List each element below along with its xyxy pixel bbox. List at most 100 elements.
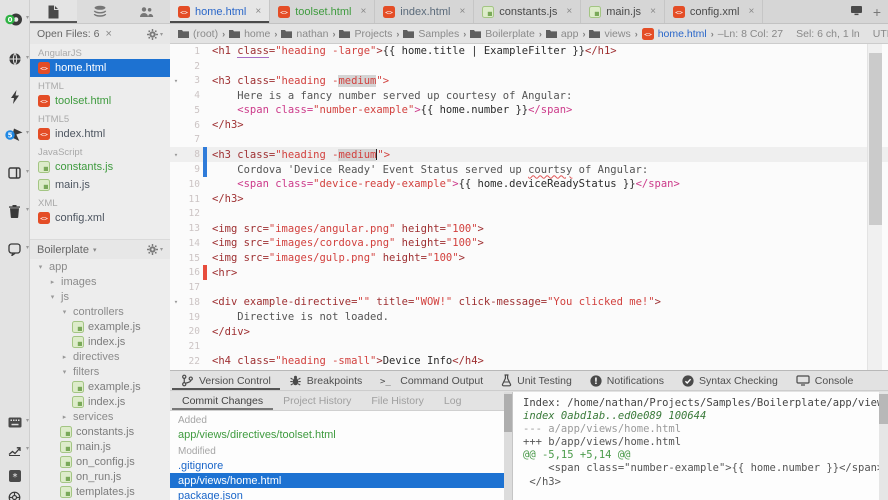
tree-item-directives[interactable]: ▸ directives <box>30 349 170 364</box>
code-editor[interactable]: 1 <h1 class="heading -large">{{ home.titl… <box>170 44 888 370</box>
line-number[interactable]: 5 <box>182 105 200 116</box>
line-number[interactable]: 8 <box>182 149 200 160</box>
line-number[interactable]: 14 <box>182 238 200 249</box>
rail-chat-button[interactable]: ▾ <box>0 236 29 262</box>
subtab-project-history[interactable]: Project History <box>273 392 361 410</box>
rail-run-button[interactable]: 0 ▾ <box>0 6 29 32</box>
panel-tab-syntax-checking[interactable]: Syntax Checking <box>673 371 787 390</box>
rail-globe-button[interactable]: ▾ <box>0 46 29 72</box>
open-file-item[interactable]: <> index.html <box>30 125 170 143</box>
breadcrumb-folder[interactable]: home <box>229 28 270 40</box>
breadcrumb-folder[interactable]: (root) <box>178 28 218 40</box>
panel-tab-version-control[interactable]: Version Control <box>172 371 280 390</box>
line-number[interactable]: 19 <box>182 312 200 323</box>
tree-item-index.js[interactable]: index.js <box>30 394 170 409</box>
sidebar-tab-collaborate[interactable] <box>123 0 170 23</box>
code-line-9[interactable]: 9 Cordova 'Device Ready' Event Status se… <box>170 162 888 177</box>
line-number[interactable]: 17 <box>182 282 200 293</box>
close-icon[interactable]: × <box>748 6 754 17</box>
line-number[interactable]: 16 <box>182 267 200 278</box>
line-number[interactable]: 13 <box>182 223 200 234</box>
line-number[interactable]: 10 <box>182 179 200 190</box>
close-icon[interactable]: × <box>255 6 261 17</box>
code-line-13[interactable]: 13 <img src="images/angular.png" height="… <box>170 221 888 236</box>
panel-tab-command-output[interactable]: >_ Command Output <box>371 371 492 390</box>
line-number[interactable]: 15 <box>182 253 200 264</box>
tab-index.html[interactable]: <> index.html × <box>375 0 475 23</box>
tree-item-js[interactable]: ▾ js <box>30 289 170 304</box>
subtab-log[interactable]: Log <box>434 392 472 410</box>
open-file-item[interactable]: main.js <box>30 176 170 194</box>
code-line-22[interactable]: 22 <h4 class="heading -small">Device Info… <box>170 354 888 369</box>
panel-tab-breakpoints[interactable]: Breakpoints <box>280 371 371 390</box>
tree-item-controllers[interactable]: ▾ controllers <box>30 304 170 319</box>
tree-item-example.js[interactable]: example.js <box>30 379 170 394</box>
tree-item-main.js[interactable]: main.js <box>30 439 170 454</box>
breadcrumb-folder[interactable]: app <box>545 28 578 40</box>
open-file-item[interactable]: <> toolset.html <box>30 92 170 110</box>
subtab-file-history[interactable]: File History <box>361 392 434 410</box>
tree-item-on_config.js[interactable]: on_config.js <box>30 454 170 469</box>
panel-tab-notifications[interactable]: ! Notifications <box>581 371 673 390</box>
line-number[interactable]: 21 <box>182 341 200 352</box>
scrollbar-thumb[interactable] <box>869 53 882 225</box>
commit-file-row[interactable]: app/views/directives/toolset.html <box>170 427 512 442</box>
new-tab-button[interactable]: + <box>873 5 881 19</box>
line-number[interactable]: 7 <box>182 134 200 145</box>
code-line-18[interactable]: ▾ 18 <div example-directive="" title="WOW!… <box>170 295 888 310</box>
line-number[interactable]: 20 <box>182 326 200 337</box>
open-file-item[interactable]: constants.js <box>30 158 170 176</box>
sidebar-tab-database[interactable] <box>77 0 124 23</box>
commit-file-row[interactable]: package.json <box>170 488 512 500</box>
panel-tab-console[interactable]: Console <box>787 371 863 390</box>
open-file-item[interactable]: <> home.html <box>30 59 170 77</box>
commit-file-row[interactable]: app/views/home.html <box>170 473 512 488</box>
fold-arrow-icon[interactable]: ▾ <box>170 77 182 85</box>
rail-trash-button[interactable]: ▾ <box>0 198 29 224</box>
close-icon[interactable]: × <box>650 6 656 17</box>
code-line-10[interactable]: 10 <span class="device-ready-example">{{… <box>170 177 888 192</box>
line-number[interactable]: 1 <box>182 46 200 57</box>
line-number[interactable]: 11 <box>182 194 200 205</box>
code-line-5[interactable]: 5 <span class="number-example">{{ home.n… <box>170 103 888 118</box>
line-number[interactable]: 2 <box>182 61 200 72</box>
code-line-7[interactable]: 7 <box>170 133 888 148</box>
close-icon[interactable]: × <box>459 6 465 17</box>
tab-constants.js[interactable]: constants.js × <box>474 0 582 23</box>
tree-item-on_run.js[interactable]: on_run.js <box>30 469 170 484</box>
fold-arrow-icon[interactable]: ▾ <box>170 298 182 306</box>
line-number[interactable]: 3 <box>182 75 200 86</box>
code-line-12[interactable]: 12 <box>170 206 888 221</box>
open-file-item[interactable]: <> config.xml <box>30 209 170 227</box>
commit-file-row[interactable]: .gitignore <box>170 458 512 473</box>
line-number[interactable]: 12 <box>182 208 200 219</box>
rail-keyboard-button[interactable]: ▾ <box>0 409 29 435</box>
encoding-select[interactable]: UTF-8▾ <box>873 28 888 40</box>
commit-list-scrollbar[interactable] <box>504 392 512 500</box>
breadcrumb-folder[interactable]: nathan <box>281 28 328 40</box>
close-icon[interactable]: × <box>105 28 111 40</box>
preview-toggle-icon[interactable] <box>850 3 863 21</box>
rail-settings-button[interactable] <box>0 484 29 500</box>
tree-item-example.js[interactable]: example.js <box>30 319 170 334</box>
tree-item-app[interactable]: ▾ app <box>30 259 170 274</box>
line-number[interactable]: 4 <box>182 90 200 101</box>
rail-layout-button[interactable]: ▾ <box>0 160 29 186</box>
close-icon[interactable]: × <box>566 6 572 17</box>
panel-tab-unit-testing[interactable]: Unit Testing <box>492 371 581 390</box>
code-line-3[interactable]: ▾ 3 <h3 class="heading -medium"> <box>170 74 888 89</box>
code-line-16[interactable]: 16 <hr> <box>170 265 888 281</box>
tab-main.js[interactable]: main.js × <box>581 0 665 23</box>
project-gear-button[interactable]: ▾ <box>146 244 163 255</box>
code-line-8[interactable]: ▾ 8 <h3 class="heading -medium"> <box>170 147 888 163</box>
code-line-17[interactable]: 17 <box>170 280 888 295</box>
diff-scrollbar[interactable] <box>879 392 888 500</box>
tree-item-filters[interactable]: ▾ filters <box>30 364 170 379</box>
fold-arrow-icon[interactable]: ▾ <box>170 151 182 159</box>
code-line-1[interactable]: 1 <h1 class="heading -large">{{ home.titl… <box>170 44 888 59</box>
subtab-commit-changes[interactable]: Commit Changes <box>172 392 273 410</box>
breadcrumb-folder[interactable]: views <box>589 28 631 40</box>
tree-item-templates.js[interactable]: templates.js <box>30 484 170 499</box>
code-line-15[interactable]: 15 <img src="images/gulp.png" height="100… <box>170 251 888 266</box>
code-line-21[interactable]: 21 <box>170 339 888 354</box>
